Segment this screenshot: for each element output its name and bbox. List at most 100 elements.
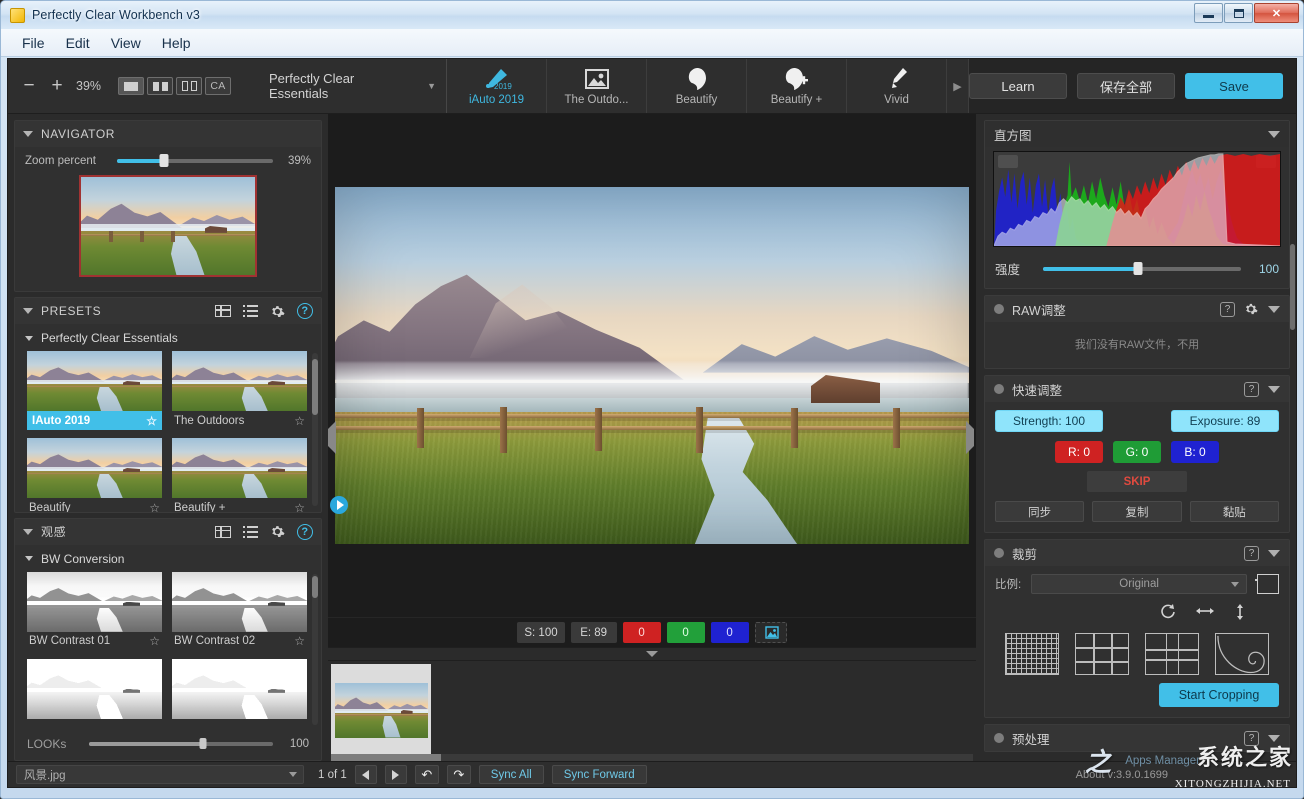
sync-all-button[interactable]: Sync All xyxy=(478,765,544,784)
favorite-star-icon[interactable]: ☆ xyxy=(149,501,160,512)
minimize-button[interactable] xyxy=(1194,3,1223,23)
preset-card-iauto-2019[interactable]: IAuto 2019 ☆ xyxy=(27,351,162,430)
preset-card-the-outdoors[interactable]: The Outdoors ☆ xyxy=(172,351,307,430)
filmstrip-scrollbar[interactable] xyxy=(331,754,973,761)
help-icon[interactable]: ? xyxy=(297,303,313,319)
compare-image-icon[interactable] xyxy=(754,622,787,643)
filmstrip-divider[interactable] xyxy=(328,647,976,661)
view-mode-side-by-side[interactable] xyxy=(176,77,202,95)
menu-item-help[interactable]: Help xyxy=(153,32,200,54)
preset-card-beautify-plus[interactable]: Beautify + ☆ xyxy=(172,438,307,512)
thirds-overlay-icon[interactable] xyxy=(1075,633,1129,675)
crop-tool-icon[interactable] xyxy=(1255,574,1279,594)
presets-header[interactable]: PRESETS ? xyxy=(15,298,321,324)
help-icon[interactable]: ? xyxy=(1244,730,1259,746)
tab-beautify[interactable]: Beautify xyxy=(647,59,747,113)
save-button[interactable]: Save xyxy=(1185,73,1283,99)
favorite-star-icon[interactable]: ☆ xyxy=(149,634,160,648)
tab-vivid[interactable]: Vivid xyxy=(847,59,947,113)
zoom-in-button[interactable]: + xyxy=(48,75,66,97)
menu-item-file[interactable]: File xyxy=(13,32,54,54)
view-mode-split[interactable] xyxy=(147,77,173,95)
preprocess-panel-header[interactable]: 预处理 ? xyxy=(985,725,1289,751)
sync-forward-button[interactable]: Sync Forward xyxy=(551,765,647,784)
flip-horizontal-icon[interactable] xyxy=(1195,603,1215,625)
looks-scrollbar[interactable] xyxy=(312,573,318,725)
collapse-right-icon[interactable] xyxy=(966,420,976,454)
histogram-header[interactable]: 直方图 xyxy=(985,121,1289,147)
copy-button[interactable]: 复制 xyxy=(1092,501,1182,522)
undo-button[interactable]: ↶ xyxy=(414,765,439,784)
help-icon[interactable]: ? xyxy=(1244,381,1259,397)
favorite-star-icon[interactable]: ☆ xyxy=(146,414,157,428)
redo-button[interactable]: ↷ xyxy=(446,765,471,784)
navigator-thumbnail[interactable] xyxy=(79,175,257,277)
enable-toggle-dot[interactable] xyxy=(994,384,1004,394)
help-icon[interactable]: ? xyxy=(1244,545,1259,561)
navigator-header[interactable]: NAVIGATOR xyxy=(15,121,321,147)
save-all-button[interactable]: 保存全部 xyxy=(1077,73,1175,99)
previous-icon[interactable] xyxy=(354,765,377,784)
preset-card-beautify[interactable]: Beautify ☆ xyxy=(27,438,162,512)
crop-panel-header[interactable]: 裁剪 ? xyxy=(985,540,1289,566)
golden-spiral-overlay-icon[interactable] xyxy=(1215,633,1269,675)
enable-toggle-dot[interactable] xyxy=(994,733,1004,743)
look-card-bw-contrast-01[interactable]: BW Contrast 01 ☆ xyxy=(27,571,162,651)
menu-item-edit[interactable]: Edit xyxy=(57,32,99,54)
favorite-star-icon[interactable]: ☆ xyxy=(294,414,305,428)
image-canvas[interactable] xyxy=(328,114,976,617)
help-icon[interactable]: ? xyxy=(1220,301,1235,317)
look-card-bw-contrast-02[interactable]: BW Contrast 02 ☆ xyxy=(172,571,307,651)
quick-panel-header[interactable]: 快速调整 ? xyxy=(985,376,1289,402)
view-mode-ca[interactable]: CA xyxy=(205,77,231,95)
menu-item-view[interactable]: View xyxy=(102,32,150,54)
list-view-icon[interactable] xyxy=(243,305,258,317)
zoom-out-button[interactable]: − xyxy=(20,75,38,97)
blue-chip[interactable]: B: 0 xyxy=(1171,441,1219,463)
tabs-next-button[interactable]: ▶ xyxy=(947,59,969,113)
help-icon[interactable]: ? xyxy=(297,523,313,540)
chevron-down-icon[interactable] xyxy=(1268,305,1280,313)
look-card-row2-a[interactable] xyxy=(27,658,162,731)
rotate-icon[interactable] xyxy=(1159,603,1177,625)
presets-group-row[interactable]: Perfectly Clear Essentials xyxy=(15,324,321,349)
settings-icon[interactable] xyxy=(1244,302,1259,317)
play-icon[interactable] xyxy=(330,496,348,514)
list-view-icon[interactable] xyxy=(243,525,258,538)
zoom-slider[interactable] xyxy=(117,154,273,167)
filmstrip-item[interactable] xyxy=(331,664,431,756)
chevron-down-icon[interactable] xyxy=(1268,385,1280,393)
file-select[interactable]: 风景.jpg xyxy=(16,765,304,784)
start-cropping-button[interactable]: Start Cropping xyxy=(1159,683,1279,707)
grid-view-icon[interactable] xyxy=(215,305,231,317)
chevron-down-icon[interactable] xyxy=(1268,130,1280,138)
paste-button[interactable]: 黏贴 xyxy=(1189,501,1279,522)
next-icon[interactable] xyxy=(384,765,407,784)
maximize-button[interactable] xyxy=(1224,3,1253,23)
fine-grid-overlay-icon[interactable] xyxy=(1005,633,1059,675)
look-card-row2-b[interactable] xyxy=(172,658,307,731)
grid-view-icon[interactable] xyxy=(215,525,231,538)
favorite-star-icon[interactable]: ☆ xyxy=(294,634,305,648)
settings-icon[interactable] xyxy=(270,304,285,319)
settings-icon[interactable] xyxy=(270,524,285,539)
learn-button[interactable]: Learn xyxy=(969,73,1067,99)
looks-header[interactable]: 观感 ? xyxy=(15,518,321,545)
flip-vertical-icon[interactable] xyxy=(1233,603,1247,625)
chevron-down-icon[interactable] xyxy=(1268,734,1280,742)
view-mode-single[interactable] xyxy=(118,77,144,95)
favorite-star-icon[interactable]: ☆ xyxy=(294,501,305,512)
raw-panel-header[interactable]: RAW调整 ? xyxy=(985,296,1289,322)
tab-iauto-2019[interactable]: 2019 iAuto 2019 xyxy=(447,59,547,113)
presets-scrollbar[interactable] xyxy=(312,353,318,506)
green-chip[interactable]: G: 0 xyxy=(1113,441,1161,463)
enable-toggle-dot[interactable] xyxy=(994,548,1004,558)
crop-ratio-select[interactable]: Original xyxy=(1031,574,1247,594)
tab-beautify-plus[interactable]: Beautify + xyxy=(747,59,847,113)
enable-toggle-dot[interactable] xyxy=(994,304,1004,314)
exposure-chip[interactable]: Exposure: 89 xyxy=(1171,410,1279,432)
right-panel-scrollbar[interactable] xyxy=(1290,244,1295,330)
main-photo[interactable] xyxy=(335,187,969,544)
skip-button[interactable]: SKIP xyxy=(1087,471,1187,492)
looks-slider[interactable] xyxy=(89,738,273,749)
